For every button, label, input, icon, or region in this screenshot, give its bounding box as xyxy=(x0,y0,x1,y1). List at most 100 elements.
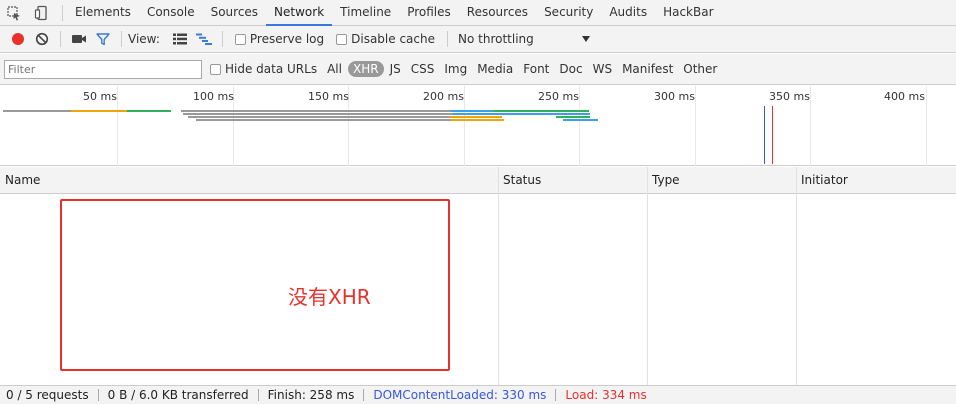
requests-table-header: Name Status Type Initiator xyxy=(0,167,956,194)
request-bar xyxy=(3,110,71,112)
view-label: View: xyxy=(128,32,160,46)
request-bar xyxy=(183,113,453,115)
timeline-tick-label: 350 ms xyxy=(769,90,810,103)
waterfall-icon xyxy=(195,33,212,45)
load-marker xyxy=(772,106,773,164)
toolbar-separator xyxy=(447,31,448,47)
timeline-gridline xyxy=(695,86,696,166)
filter-type-media[interactable]: Media xyxy=(473,62,517,76)
timeline-tick-label: 150 ms xyxy=(308,90,349,103)
filter-type-xhr[interactable]: XHR xyxy=(347,61,384,77)
filter-type-all[interactable]: All xyxy=(323,62,346,76)
request-bar xyxy=(451,119,504,121)
timeline-gridline xyxy=(579,86,580,166)
request-bar xyxy=(563,119,598,121)
column-header-type[interactable]: Type xyxy=(647,167,796,194)
annotation-highlight-box xyxy=(60,199,450,371)
toolbar-separator xyxy=(121,31,122,47)
request-bar xyxy=(493,110,589,112)
filter-bar: Hide data URLs All XHR JS CSS Img Media … xyxy=(0,54,956,85)
tab-sources[interactable]: Sources xyxy=(203,0,266,26)
tab-elements[interactable]: Elements xyxy=(67,0,139,26)
network-overview[interactable]: 50 ms 100 ms 150 ms 200 ms 250 ms 300 ms… xyxy=(0,86,956,166)
tab-profiles[interactable]: Profiles xyxy=(399,0,459,26)
overview-toggle-button[interactable] xyxy=(192,28,216,50)
domcontentloaded-time: DOMContentLoaded: 330 ms xyxy=(373,388,547,402)
hide-data-urls-checkbox[interactable]: Hide data URLs xyxy=(210,62,317,76)
throttling-value: No throttling xyxy=(458,32,534,46)
timeline-tick-label: 300 ms xyxy=(654,90,695,103)
finish-time: Finish: 258 ms xyxy=(267,388,355,402)
filter-button[interactable] xyxy=(91,28,115,50)
column-header-name[interactable]: Name xyxy=(0,167,498,194)
request-bar xyxy=(71,110,127,112)
request-bar xyxy=(450,116,502,118)
request-bar xyxy=(127,110,171,112)
clear-button[interactable] xyxy=(30,28,54,50)
tab-network[interactable]: Network xyxy=(266,0,333,26)
toolbar-separator xyxy=(60,31,61,47)
large-rows-button[interactable] xyxy=(168,28,192,50)
video-camera-icon xyxy=(72,35,86,43)
filter-type-doc[interactable]: Doc xyxy=(555,62,586,76)
timeline-tick-label: 100 ms xyxy=(193,90,234,103)
checkbox-box[interactable] xyxy=(234,33,246,45)
funnel-icon xyxy=(96,33,110,46)
capture-screenshots-button[interactable] xyxy=(67,28,91,50)
transferred-size: 0 B / 6.0 KB transferred xyxy=(107,388,249,402)
tab-audits[interactable]: Audits xyxy=(601,0,655,26)
status-separator xyxy=(97,389,99,401)
column-header-status[interactable]: Status xyxy=(498,167,647,194)
filter-type-img[interactable]: Img xyxy=(440,62,471,76)
domcontentloaded-marker xyxy=(764,106,765,164)
timeline-tick-label: 400 ms xyxy=(884,90,925,103)
timeline-gridline xyxy=(810,86,811,166)
timeline-tick-label: 250 ms xyxy=(538,90,579,103)
tab-timeline[interactable]: Timeline xyxy=(332,0,399,26)
disable-cache-label: Disable cache xyxy=(351,32,435,46)
filter-type-css[interactable]: CSS xyxy=(407,62,439,76)
network-status-bar: 0 / 5 requests 0 B / 6.0 KB transferred … xyxy=(0,385,956,404)
column-divider[interactable] xyxy=(498,167,499,385)
preserve-log-checkbox[interactable]: Preserve log xyxy=(234,32,325,46)
timeline-gridline xyxy=(117,86,118,166)
preserve-log-label: Preserve log xyxy=(249,32,325,46)
filter-type-other[interactable]: Other xyxy=(679,62,721,76)
requests-count: 0 / 5 requests xyxy=(6,388,89,402)
tab-separator xyxy=(62,4,63,21)
request-bar xyxy=(453,113,590,115)
column-divider[interactable] xyxy=(796,167,797,385)
dropdown-caret-icon xyxy=(582,36,590,42)
column-header-initiator[interactable]: Initiator xyxy=(796,167,956,194)
network-toolbar: View: Preserve log Disable cache No thro… xyxy=(0,26,956,53)
device-mode-icon[interactable] xyxy=(28,0,56,26)
record-button[interactable] xyxy=(6,28,30,50)
filter-input[interactable] xyxy=(4,59,202,79)
list-view-icon xyxy=(172,33,187,45)
checkbox-box[interactable] xyxy=(336,33,348,45)
devtools-tab-bar: Elements Console Sources Network Timelin… xyxy=(0,0,956,26)
tab-security[interactable]: Security xyxy=(536,0,601,26)
filter-type-font[interactable]: Font xyxy=(519,62,553,76)
toolbar-separator xyxy=(221,31,223,47)
tab-hackbar[interactable]: HackBar xyxy=(655,0,721,26)
tab-console[interactable]: Console xyxy=(139,0,203,26)
timeline-tick-label: 50 ms xyxy=(83,90,117,103)
inspect-element-icon[interactable] xyxy=(0,0,28,26)
request-bar xyxy=(181,110,451,112)
clear-icon xyxy=(35,32,49,46)
status-separator xyxy=(363,389,365,401)
request-bar xyxy=(556,116,590,118)
disable-cache-checkbox[interactable]: Disable cache xyxy=(336,32,435,46)
annotation-text: 没有XHR xyxy=(288,285,371,309)
filter-type-ws[interactable]: WS xyxy=(589,62,616,76)
load-time: Load: 334 ms xyxy=(565,388,647,402)
checkbox-box[interactable] xyxy=(210,63,221,75)
request-bar xyxy=(451,110,493,112)
status-separator xyxy=(555,389,557,401)
column-divider[interactable] xyxy=(647,167,648,385)
filter-type-manifest[interactable]: Manifest xyxy=(618,62,677,76)
throttling-select[interactable]: No throttling xyxy=(454,32,594,46)
filter-type-js[interactable]: JS xyxy=(386,62,405,76)
tab-resources[interactable]: Resources xyxy=(459,0,536,26)
